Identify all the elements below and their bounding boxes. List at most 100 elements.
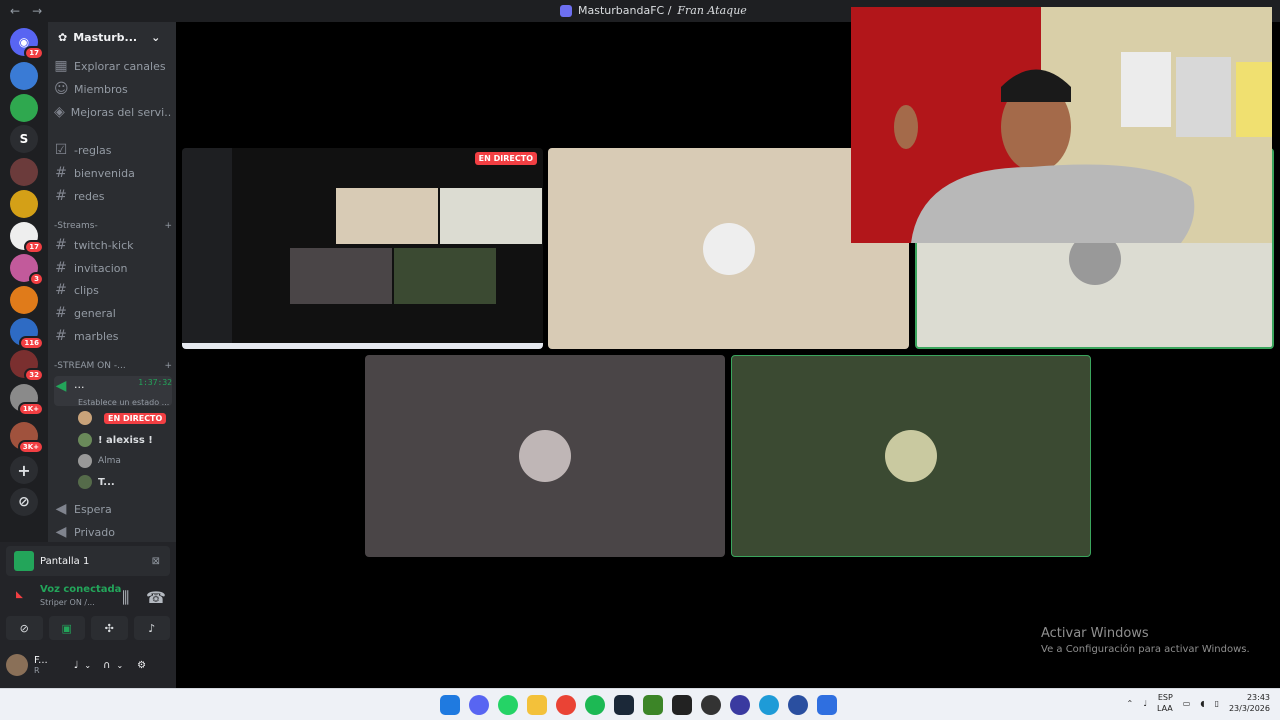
voice-user[interactable]: EN DIRECTO — [78, 409, 170, 427]
channel-reglas[interactable]: ☑ -reglas — [54, 140, 172, 160]
channel-label: Espera — [74, 502, 112, 516]
channel-label: -reglas — [74, 143, 112, 157]
date: 23/3/2026 — [1228, 704, 1270, 713]
compass-icon: ▦ — [54, 58, 68, 74]
disconnect-icon[interactable]: ☎ — [146, 588, 166, 607]
close-preview-icon[interactable]: ⊠ — [152, 556, 160, 567]
add-channel-icon[interactable]: + — [164, 221, 172, 231]
channel-general[interactable]: # general — [54, 303, 172, 323]
file-explorer-icon[interactable] — [527, 695, 547, 715]
server-header[interactable]: ✿ Masturb... ⌄ ⚇ — [48, 22, 176, 52]
microphone-icon[interactable]: ♩ — [1143, 699, 1147, 708]
boost-icon: ◈ — [54, 104, 65, 120]
soundboard-icon[interactable]: ♪ — [133, 616, 170, 640]
camera-off-icon[interactable]: ⊘ — [6, 616, 43, 640]
channel-bienvenida[interactable]: # bienvenida — [54, 163, 172, 183]
obs-icon[interactable] — [701, 695, 721, 715]
screen-share-button-icon[interactable]: ▣ — [48, 616, 85, 640]
gear-icon[interactable]: ⚙ — [137, 660, 146, 671]
app-icon[interactable] — [817, 695, 837, 715]
add-server-icon[interactable]: + — [10, 456, 38, 484]
channel-label: general — [74, 306, 116, 320]
language-indicator[interactable]: ESP LAA — [1157, 692, 1173, 714]
discover-icon[interactable]: ⊘ — [10, 488, 38, 516]
avatar[interactable] — [6, 654, 28, 676]
direct-messages-icon[interactable]: ◉ 17 — [10, 28, 44, 60]
app-icon[interactable] — [730, 695, 750, 715]
steam-icon[interactable] — [614, 695, 634, 715]
add-channel-icon[interactable]: + — [164, 361, 172, 371]
user-panel: Pantalla 1 ⊠ ◣ Voz conectada Striper ON … — [0, 542, 176, 688]
activities-icon[interactable]: ✣ — [91, 616, 128, 640]
channel-twitch-kick[interactable]: # twitch-kick — [54, 235, 172, 255]
server-name: Masturb... — [73, 30, 138, 44]
server-icon[interactable] — [10, 158, 38, 186]
screen-share-card[interactable]: Pantalla 1 ⊠ — [6, 546, 170, 576]
channel-sidebar: ✿ Masturb... ⌄ ⚇ ▦ Explorar canales ☺ Miem… — [48, 22, 176, 542]
stream-tile[interactable]: EN DIRECTO — [182, 148, 543, 349]
chevron-down-icon[interactable]: ⌄ — [151, 31, 160, 44]
menu-members[interactable]: ☺ Miembros — [54, 79, 172, 99]
volume-icon[interactable]: ◖ — [1200, 699, 1204, 708]
channel-marbles[interactable]: # marbles — [54, 326, 172, 346]
participant-tile[interactable] — [731, 355, 1091, 557]
server-icon[interactable] — [10, 62, 38, 90]
forward-arrow-icon[interactable]: → — [32, 4, 42, 18]
voice-channel-espera[interactable]: ◀ Espera — [54, 499, 172, 519]
server-icon[interactable]: 3 — [10, 254, 44, 286]
chevron-down-icon[interactable]: ⌄ — [116, 661, 123, 670]
server-icon[interactable] — [10, 94, 38, 122]
server-badge-icon: ✿ — [58, 30, 68, 44]
chrome-icon[interactable] — [556, 695, 576, 715]
browser-icon[interactable] — [788, 695, 808, 715]
server-icon[interactable] — [10, 190, 38, 218]
epic-games-icon[interactable] — [672, 695, 692, 715]
server-icon[interactable]: 32 — [10, 350, 44, 382]
voice-user[interactable]: Alma — [78, 452, 170, 470]
avatar — [78, 454, 92, 468]
notification-badge: 17 — [24, 240, 44, 254]
microphone-icon[interactable]: ♩ — [74, 660, 79, 671]
server-icon[interactable]: 1K+ — [10, 384, 44, 416]
headphones-icon[interactable]: ∩ — [103, 660, 110, 671]
discord-icon[interactable] — [469, 695, 489, 715]
chevron-down-icon[interactable]: ⌄ — [84, 661, 91, 670]
notification-badge: 32 — [24, 368, 44, 382]
back-arrow-icon[interactable]: ← — [10, 4, 20, 18]
display-icon[interactable]: ▭ — [1183, 699, 1191, 708]
notification-badge: 116 — [19, 336, 44, 350]
channel-clips[interactable]: # clips — [54, 280, 172, 300]
server-icon[interactable]: S — [10, 125, 38, 153]
hash-icon: # — [55, 237, 67, 253]
voice-status-label[interactable]: Voz conectada — [40, 584, 121, 595]
server-icon[interactable] — [10, 286, 38, 314]
menu-explore[interactable]: ▦ Explorar canales — [54, 56, 172, 76]
noise-suppression-icon[interactable]: ⫼ — [122, 588, 129, 608]
chevron-up-icon[interactable]: ⌃ — [1126, 699, 1133, 708]
voice-user[interactable]: ! alexiss ! — [78, 431, 170, 449]
category-streams[interactable]: -Streams- + — [54, 216, 172, 236]
server-icon[interactable]: 3K+ — [10, 422, 44, 454]
windows-start-icon[interactable] — [440, 695, 460, 715]
voice-user[interactable]: T... — [78, 473, 170, 491]
whatsapp-icon[interactable] — [498, 695, 518, 715]
server-icon[interactable]: 116 — [10, 318, 44, 350]
menu-boosts[interactable]: ◈ Mejoras del servi... — [54, 102, 172, 122]
notification-badge: 17 — [24, 46, 44, 60]
minecraft-icon[interactable] — [643, 695, 663, 715]
voice-channel-privado[interactable]: ◀ Privado — [54, 522, 172, 542]
spotify-icon[interactable] — [585, 695, 605, 715]
battery-icon[interactable]: ▯ — [1215, 699, 1219, 708]
category-stream-on[interactable]: -STREAM ON -... + — [54, 356, 172, 376]
participant-tile[interactable] — [365, 355, 725, 557]
preview-tile — [440, 188, 542, 244]
channel-invitacion[interactable]: # invitacion — [54, 258, 172, 278]
preview-tile — [290, 248, 392, 304]
server-icon[interactable]: 17 — [10, 222, 44, 254]
channel-label: clips — [74, 283, 99, 297]
menu-label: Miembros — [74, 82, 128, 96]
channel-redes[interactable]: # redes — [54, 186, 172, 206]
edge-icon[interactable] — [759, 695, 779, 715]
members-icon: ☺ — [54, 81, 69, 97]
clock[interactable]: 23:43 23/3/2026 — [1229, 692, 1270, 714]
